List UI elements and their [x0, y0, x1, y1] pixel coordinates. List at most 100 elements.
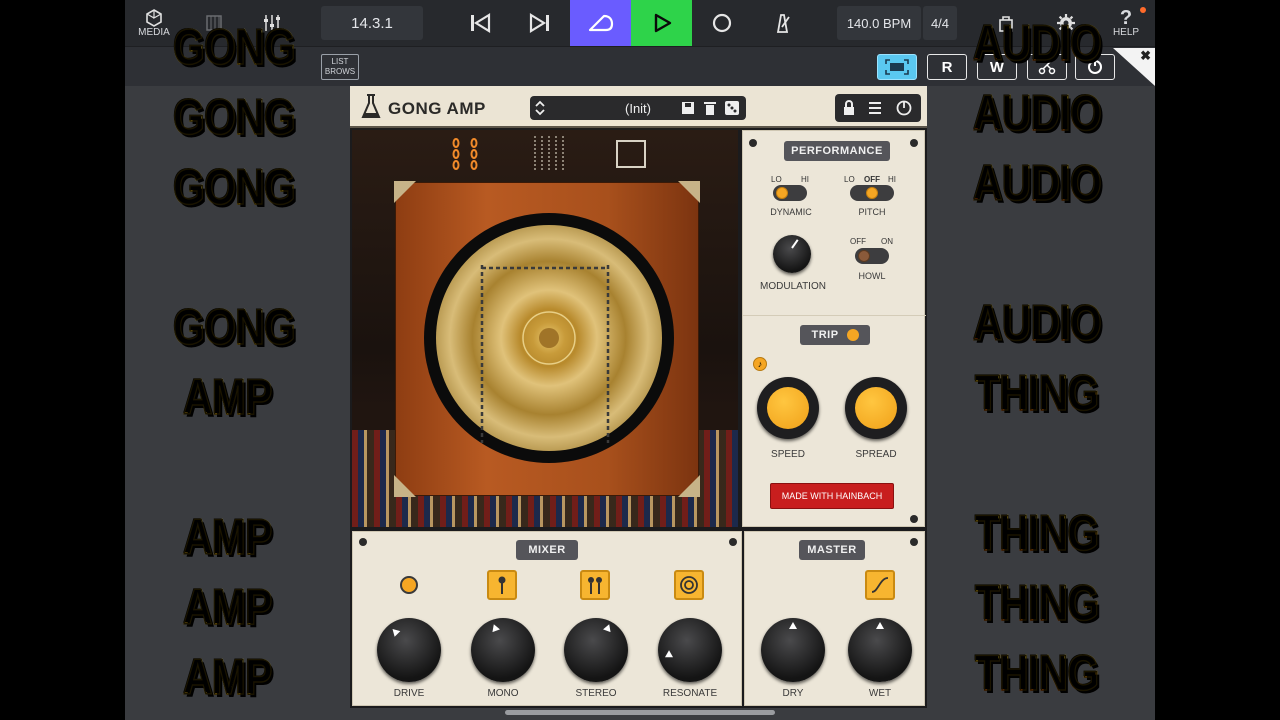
- overlay-caption: THING: [974, 365, 1099, 421]
- help-label: HELP: [1112, 26, 1140, 38]
- master-curve-button[interactable]: [865, 570, 895, 600]
- frame-mode-icon[interactable]: [614, 138, 648, 170]
- read-label: R: [941, 58, 953, 76]
- screw: [359, 538, 367, 546]
- trash-icon[interactable]: [702, 100, 718, 116]
- resonate-label: RESONATE: [662, 688, 718, 699]
- pitch-off-label: OFF: [864, 175, 880, 184]
- dynamic-lo-label: LO: [771, 175, 782, 184]
- section-divider: [743, 315, 926, 316]
- spread-knob-cap: [855, 387, 897, 429]
- media-button[interactable]: MEDIA: [133, 0, 175, 46]
- howl-on-label: ON: [881, 237, 893, 246]
- play-icon: [654, 13, 671, 33]
- ipad-screen: MEDIA 14.3.1 140.0 BPM 4/4 ? HELP LIST B…: [125, 0, 1155, 720]
- speed-knob[interactable]: [757, 377, 819, 439]
- save-icon[interactable]: [680, 100, 696, 116]
- dynamic-hi-label: HI: [801, 175, 809, 184]
- time-signature-display[interactable]: 4/4: [923, 6, 957, 40]
- string-mode-icon[interactable]: [532, 136, 566, 172]
- gong-chains: [480, 265, 610, 443]
- overlay-caption: GONG: [172, 159, 296, 215]
- resonate-button[interactable]: [674, 570, 704, 600]
- made-with-hainbach-badge[interactable]: MADE WITH HAINBACH: [770, 483, 894, 509]
- speaker-icon: [680, 576, 698, 594]
- cabinet-corner: [394, 181, 416, 203]
- fullscreen-button[interactable]: [877, 54, 917, 80]
- performance-panel: PERFORMANCE LO HI DYNAMIC LO OFF HI PITC…: [742, 130, 926, 527]
- overlay-caption: AMP: [182, 369, 273, 425]
- home-indicator: [505, 710, 775, 715]
- bypass-power-icon[interactable]: [895, 99, 913, 117]
- pitch-switch[interactable]: [850, 185, 894, 201]
- pitch-lo-label: LO: [844, 175, 855, 184]
- dry-knob[interactable]: [761, 618, 825, 682]
- mono-mic-button[interactable]: [487, 570, 517, 600]
- switch-knob: [776, 187, 788, 199]
- lock-icon[interactable]: [841, 100, 857, 116]
- record-button[interactable]: [707, 0, 737, 46]
- switch-knob: [866, 187, 878, 199]
- sync-note-icon[interactable]: ♪: [753, 357, 767, 371]
- mono-label: MONO: [487, 688, 519, 699]
- drive-led[interactable]: [400, 576, 418, 594]
- tempo-display[interactable]: 140.0 BPM: [837, 6, 921, 40]
- media-label: MEDIA: [138, 26, 170, 38]
- list-browser-label-line2: BROWS: [324, 67, 356, 76]
- wet-knob[interactable]: [848, 618, 912, 682]
- dice-icon[interactable]: [724, 100, 740, 116]
- play-button[interactable]: [631, 0, 692, 46]
- performance-label: PERFORMANCE: [784, 141, 890, 161]
- howl-label: HOWL: [858, 271, 886, 281]
- mixer-label: MIXER: [516, 540, 578, 560]
- resonate-knob[interactable]: [658, 618, 722, 682]
- gong-cabinet: [394, 181, 700, 497]
- loop-icon: [588, 14, 613, 32]
- forward-button[interactable]: [525, 0, 555, 46]
- modulation-knob[interactable]: [773, 235, 811, 273]
- chain-mode-icon[interactable]: [450, 136, 480, 172]
- question-icon: ?: [1119, 6, 1133, 29]
- knob-pointer: [603, 622, 613, 633]
- dynamic-label: DYNAMIC: [770, 207, 812, 217]
- stereo-knob[interactable]: [564, 618, 628, 682]
- list-browser-button[interactable]: LIST BROWS: [321, 54, 359, 80]
- preset-selector[interactable]: (Init): [530, 96, 746, 120]
- knob-pointer: [876, 622, 884, 629]
- pitch-hi-label: HI: [888, 175, 896, 184]
- rewind-button[interactable]: [465, 0, 495, 46]
- menu-icon[interactable]: [867, 100, 883, 116]
- stereo-mic-button[interactable]: [580, 570, 610, 600]
- trip-power-icon: [846, 329, 859, 341]
- cube-icon: [146, 8, 162, 27]
- master-panel: MASTER DRY WET: [744, 531, 925, 706]
- knob-pointer: [389, 626, 401, 637]
- metronome-button[interactable]: [767, 0, 797, 46]
- notification-dot: [1140, 7, 1146, 13]
- gong-opening: [424, 213, 674, 463]
- master-label: MASTER: [799, 540, 865, 560]
- screw: [910, 538, 918, 546]
- flask-icon: [361, 94, 381, 118]
- mono-knob[interactable]: [471, 618, 535, 682]
- trip-header[interactable]: TRIP: [800, 325, 870, 345]
- overlay-caption: AMP: [182, 649, 273, 705]
- overlay-caption: THING: [974, 575, 1099, 631]
- loop-button[interactable]: [570, 0, 631, 46]
- record-icon: [712, 13, 732, 33]
- cabinet-corner: [678, 475, 700, 497]
- howl-switch[interactable]: [855, 248, 889, 264]
- spread-knob[interactable]: [845, 377, 907, 439]
- position-display[interactable]: 14.3.1: [321, 6, 423, 40]
- knob-pointer: [789, 622, 797, 629]
- overlay-caption: THING: [974, 645, 1099, 701]
- expand-icon: [885, 59, 909, 75]
- help-button[interactable]: ? HELP: [1109, 0, 1143, 46]
- overlay-caption: GONG: [172, 19, 296, 75]
- cabinet-corner: [394, 475, 416, 497]
- read-button[interactable]: R: [927, 54, 967, 80]
- drive-knob[interactable]: [377, 618, 441, 682]
- overlay-caption: AUDIO: [972, 15, 1102, 71]
- overlay-caption: AMP: [182, 509, 273, 565]
- dynamic-switch[interactable]: [773, 185, 807, 201]
